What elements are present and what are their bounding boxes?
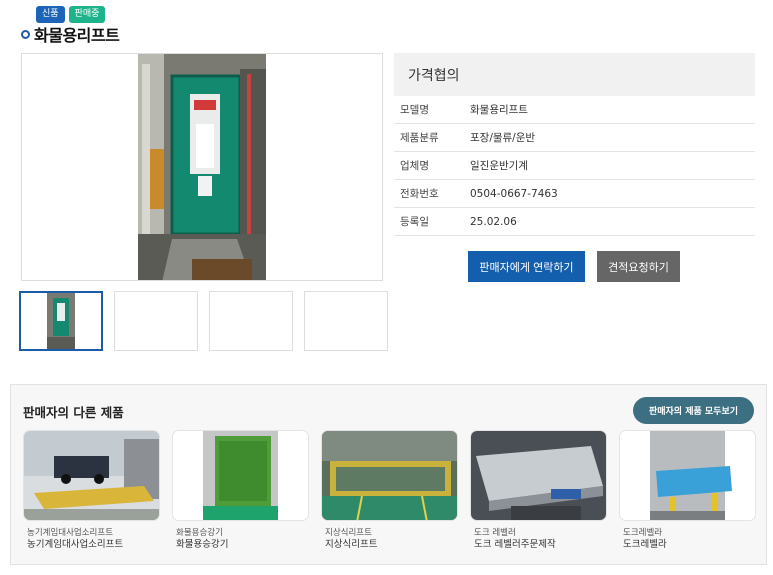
product-card-name: 지상식리프트 [325,539,378,550]
product-card-image[interactable] [172,430,309,521]
status-badges: 신품 판매중 [36,6,106,23]
thumbnail-2[interactable] [114,291,198,351]
thumbnail-4[interactable] [304,291,388,351]
spec-label: 전화번호 [400,188,439,200]
section-title: 판매자의 다른 제품 [23,405,124,420]
spec-row-date: 등록일 25.02.06 [394,208,755,236]
request-quote-button[interactable]: 견적요청하기 [597,251,680,282]
spec-value: 25.02.06 [470,215,517,228]
product-card-name: 화물용승강기 [176,539,229,550]
seller-other-products: 판매자의 다른 제품 판매자의 제품 모두보기 농기계임대사업소리프트 농기계임… [10,384,767,565]
spec-label: 제품분류 [400,132,439,144]
spec-label: 모델명 [400,104,429,116]
main-product-image[interactable] [21,53,383,281]
product-card[interactable]: 도크 레벨러 도크 레벨러주문제작 [470,430,607,551]
product-info: 가격협의 모델명 화물용리프트 제품분류 포장/물류/운반 업체명 일진운반기계… [394,53,755,236]
price-text: 가격협의 [408,67,460,84]
product-card-category: 농기계임대사업소리프트 [27,528,114,538]
spec-value: 화물용리프트 [470,104,528,116]
new-badge: 신품 [36,6,65,23]
page-title: 화물용리프트 [34,26,120,45]
spec-row-model: 모델명 화물용리프트 [394,96,755,124]
price-box: 가격협의 [394,53,755,96]
product-card-image[interactable] [619,430,756,521]
view-all-button[interactable]: 판매자의 제품 모두보기 [633,397,754,424]
on-sale-badge: 판매중 [68,6,106,23]
spec-value: 일진운반기계 [470,160,528,172]
thumbnail-3[interactable] [209,291,293,351]
product-card[interactable]: 농기계임대사업소리프트 농기계임대사업소리프트 [23,430,160,551]
product-card[interactable]: 화물용승강기 화물용승강기 [172,430,309,551]
product-card-image[interactable] [321,430,458,521]
spec-value: 0504-0667-7463 [470,187,558,200]
product-card-name: 도크레벨라 [623,539,667,550]
product-card-category: 도크 레벨러 [474,528,516,538]
thumbnail-1[interactable] [19,291,103,351]
product-card-category: 지상식리프트 [325,528,372,538]
product-card[interactable]: 지상식리프트 지상식리프트 [321,430,458,551]
spec-value: 포장/물류/운반 [470,132,536,144]
product-card-image[interactable] [23,430,160,521]
spec-row-category: 제품분류 포장/물류/운반 [394,124,755,152]
thumbnail-strip [19,291,388,351]
product-card-name: 농기계임대사업소리프트 [27,539,124,550]
product-card-name: 도크 레벨러주문제작 [474,539,556,550]
product-card-image[interactable] [470,430,607,521]
circle-bullet-icon [21,29,30,39]
product-card[interactable]: 도크레벨라 도크레벨라 [619,430,756,551]
title-row: 화물용리프트 [21,22,120,46]
product-card-list: 농기계임대사업소리프트 농기계임대사업소리프트 화물용승강기 화물용승강기 지상… [23,430,756,551]
spec-label: 등록일 [400,216,429,228]
product-card-category: 화물용승강기 [176,528,223,538]
product-card-category: 도크레벨라 [623,528,663,538]
spec-label: 업체명 [400,160,429,172]
spec-row-phone: 전화번호 0504-0667-7463 [394,180,755,208]
spec-row-company: 업체명 일진운반기계 [394,152,755,180]
contact-seller-button[interactable]: 판매자에게 연락하기 [468,251,585,282]
